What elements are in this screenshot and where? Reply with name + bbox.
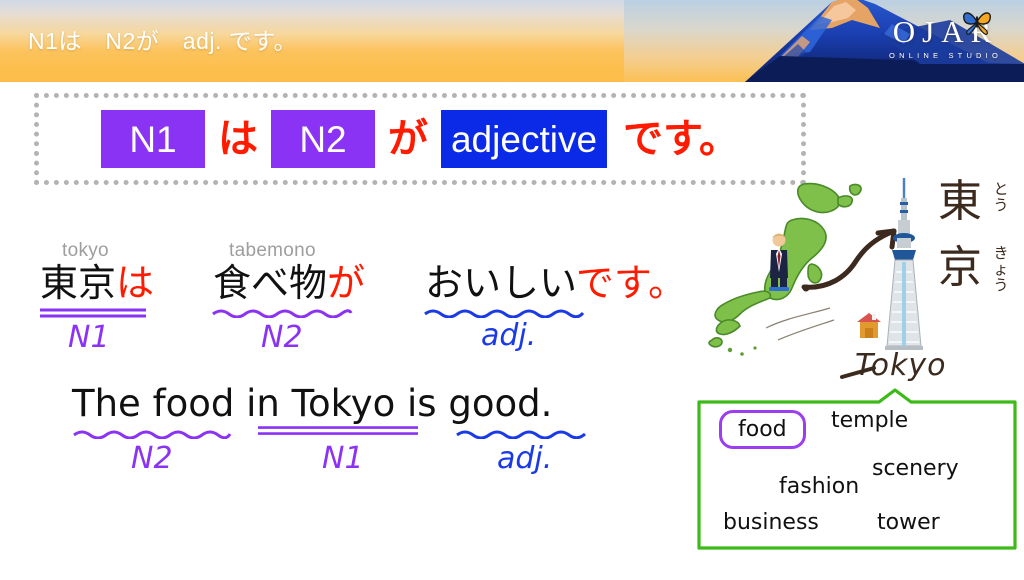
underline-wavy-n2 [212, 309, 353, 318]
vocab-word-tower[interactable]: tower [877, 510, 940, 535]
underline-double-en-n1 [258, 426, 418, 435]
businessman-icon [769, 233, 789, 291]
pattern-n2-chip: N2 [270, 110, 375, 168]
pattern-particle-ga: が [387, 116, 428, 162]
japanese-phrase-n2: 食べ物が [213, 264, 365, 302]
kanji-tokyo-with-furigana: 東 とう 京 きょう [938, 174, 1024, 354]
butterfly-icon [963, 12, 991, 35]
japanese-adjective-oishii: おいしい [425, 261, 576, 305]
pattern-copula: です。 [623, 116, 740, 162]
pattern-particle-wa: は [217, 116, 258, 162]
header-banner: N1は N2が adj. です。 OJAR ONLINE STUDIO [0, 0, 1024, 82]
role-label-adj: adj. [481, 318, 537, 353]
furigana-tou: とう [993, 180, 1009, 214]
english-part-n2: The food [72, 382, 235, 425]
japanese-noun-tabemono: 食べ物 [213, 261, 328, 305]
japanese-particle-ga: が [327, 261, 366, 305]
handwritten-tokyo-label: Tokyo [855, 348, 947, 383]
tokyo-skytree-icon [885, 178, 923, 350]
underline-wavy-en-n2 [73, 430, 232, 439]
english-role-label-n1: N1 [322, 441, 364, 476]
role-label-n2: N2 [261, 320, 303, 355]
underline-double-n1 [40, 308, 146, 318]
japanese-example-row: tokyo 東京は N1 tabemono 食べ物が N2 おいしいです。 ad… [0, 232, 720, 357]
vocab-word-temple[interactable]: temple [831, 408, 908, 433]
kanji-tou: 東 [938, 176, 982, 227]
furigana-kyou: きょう [993, 244, 1009, 294]
japanese-phrase-adj: おいしいです。 [425, 264, 686, 302]
japanese-noun-tokyo: 東京 [40, 261, 117, 305]
house-icon [857, 313, 881, 338]
kanji-kyou: 京 [938, 242, 982, 293]
pattern-n1-chip: N1 [100, 110, 205, 168]
vocab-word-scenery[interactable]: scenery [872, 456, 959, 481]
brand-logo[interactable]: OJAR ONLINE STUDIO [889, 12, 1002, 60]
english-role-label-adj: adj. [497, 441, 553, 476]
english-sentence: The food in Tokyo is good. [72, 382, 553, 426]
underline-wavy-en-adj [456, 430, 586, 439]
vocabulary-callout: food temple scenery fashion business tow… [697, 388, 1017, 550]
logo-tagline: ONLINE STUDIO [889, 51, 1002, 60]
vocab-word-business[interactable]: business [723, 510, 819, 535]
english-part-adj: good. [448, 382, 553, 425]
romaji-tokyo: tokyo [62, 240, 109, 261]
role-label-n1: N1 [68, 320, 110, 355]
tokyo-illustration: 東 とう 京 きょう Tokyo [690, 170, 1024, 385]
english-part-verb: is [395, 382, 449, 425]
vocab-word-food-highlighted[interactable]: food [719, 410, 806, 449]
english-example-row: The food in Tokyo is good. N2 N1 adj. [0, 382, 700, 498]
page-title: N1は N2が adj. です。 [28, 28, 297, 54]
japanese-phrase-n1: 東京は [40, 264, 154, 302]
english-spacer-1 [234, 382, 246, 425]
japanese-particle-wa: は [116, 261, 155, 305]
pattern-adjective-chip: adjective [440, 110, 608, 168]
english-role-label-n2: N2 [131, 441, 173, 476]
vocab-word-fashion[interactable]: fashion [779, 474, 859, 499]
english-part-n1: in Tokyo [246, 382, 396, 425]
japanese-copula-desu: です。 [575, 261, 687, 305]
underline-wavy-adj [424, 309, 585, 318]
romaji-tabemono: tabemono [229, 240, 316, 261]
